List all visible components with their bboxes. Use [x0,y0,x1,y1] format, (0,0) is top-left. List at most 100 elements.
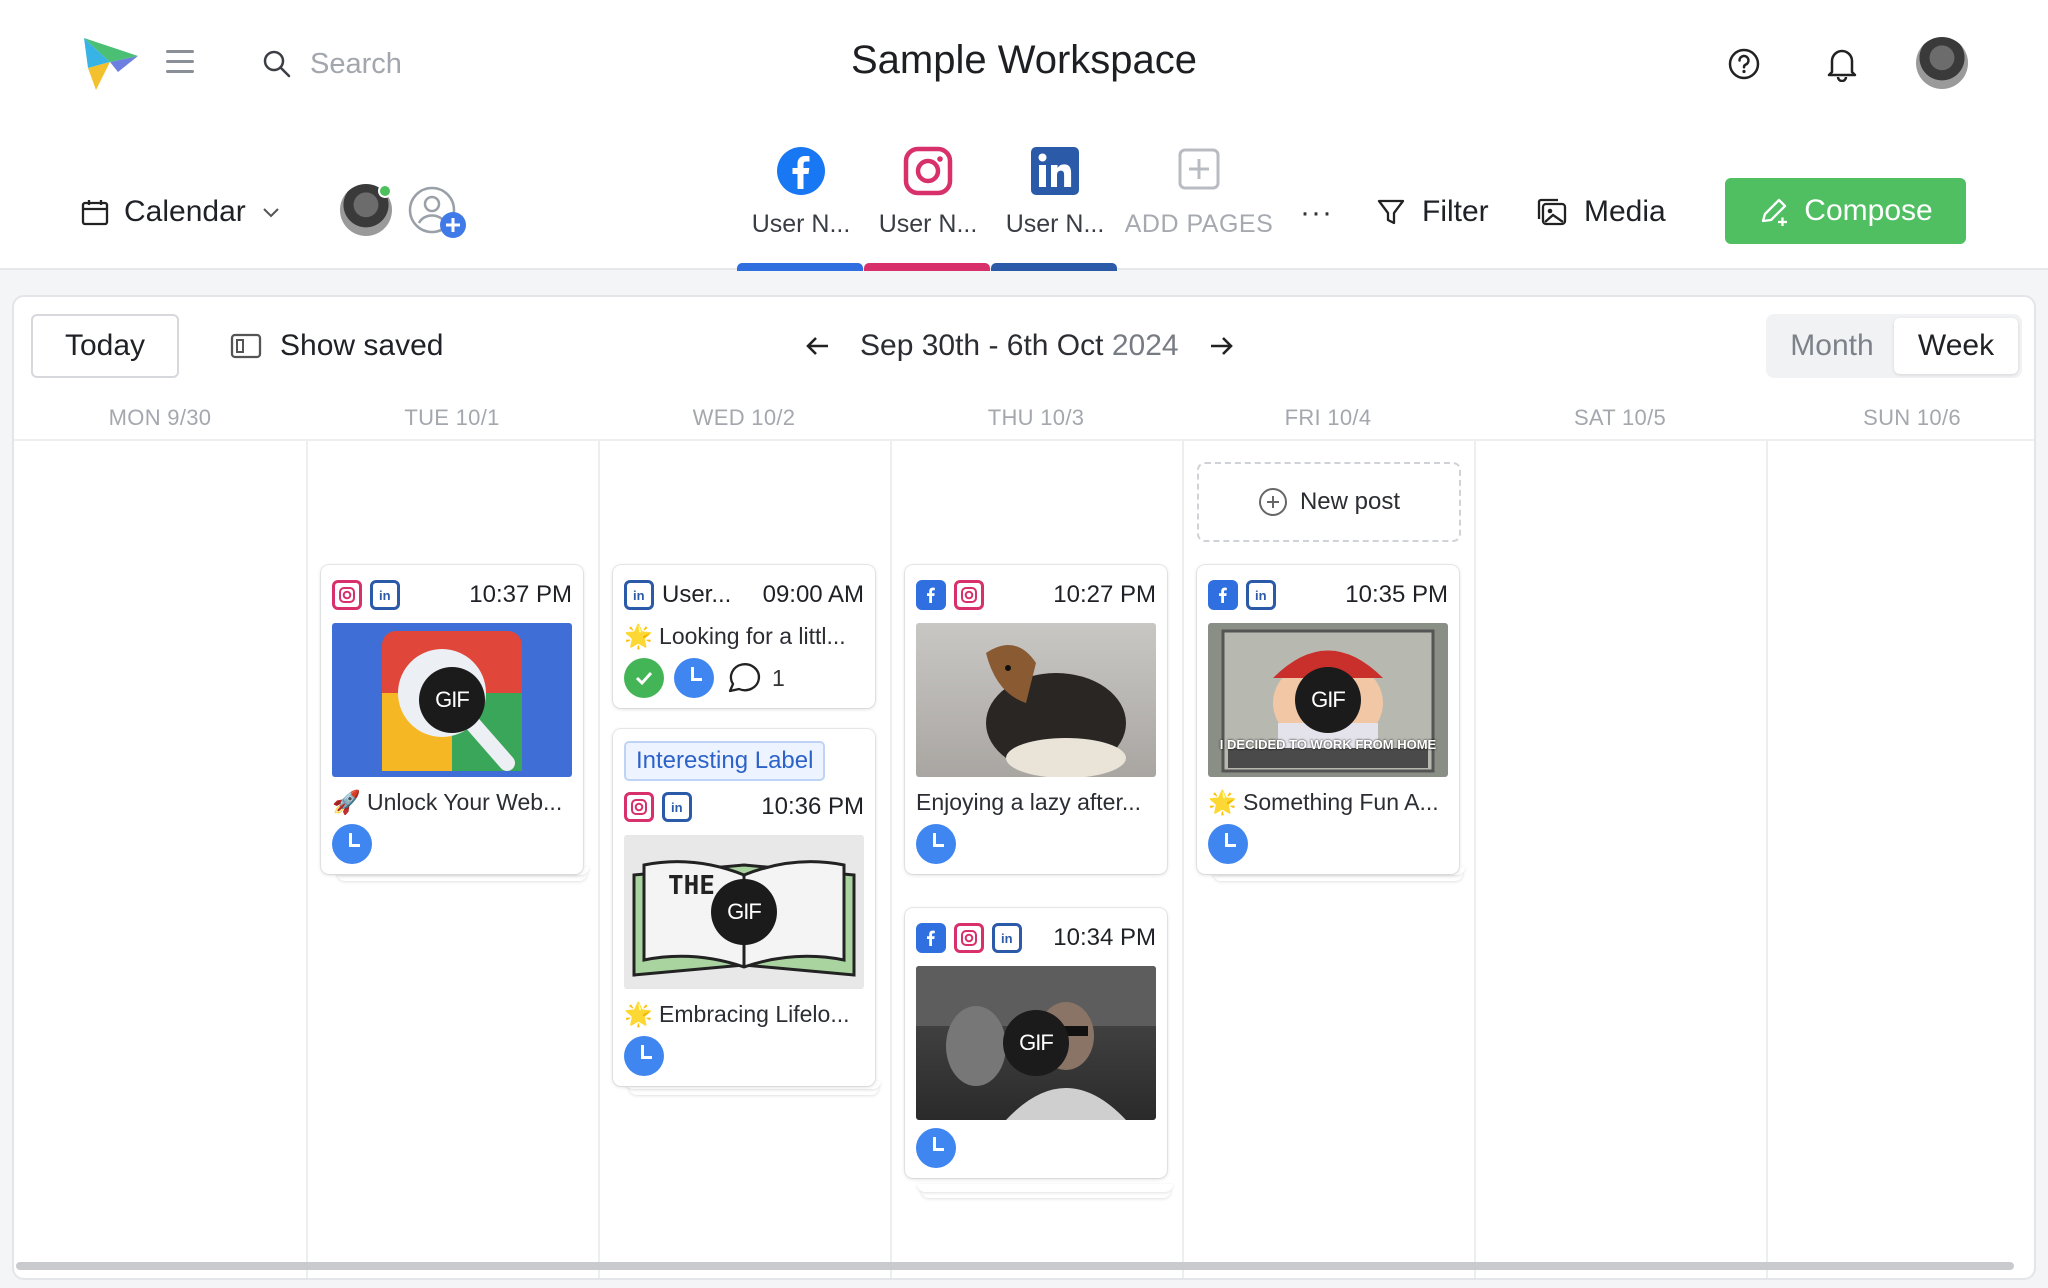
post-card-fri-1[interactable]: in 10:35 PM I DECIDED TO WORK FROM HOME … [1197,565,1459,874]
new-post-button[interactable]: New post [1197,462,1461,542]
add-user-icon[interactable] [408,184,470,240]
search-bar[interactable]: Search [262,40,402,88]
page-tab-linkedin[interactable]: User N... [991,146,1119,271]
day-header-thu: THU 10/3 [987,405,1085,430]
calendar-select-label: Calendar [124,195,246,228]
post-card-tue-1[interactable]: in 10:37 PM GIF 🚀 Unlock Your Web... [321,565,583,874]
post-card-wed-2[interactable]: Interesting Label in 10:36 PM THE GIF 🌟 … [613,729,875,1086]
page-tab-facebook[interactable]: User N... [737,146,865,271]
date-year-text: 2024 [1111,329,1179,362]
day-header-sat: SAT 10/5 [1573,405,1667,430]
post-thumbnail: I DECIDED TO WORK FROM HOME GIF [1208,623,1448,777]
page-tab-instagram[interactable]: User N... [864,146,992,271]
page-tab-label: User N... [878,210,978,238]
horizontal-scrollbar[interactable] [16,1262,2014,1270]
post-caption: 🌟 Embracing Lifelo... [624,1001,850,1027]
facebook-icon [1208,580,1238,610]
post-time: 10:27 PM [1053,581,1156,608]
filter-button[interactable]: Filter [1376,190,1489,234]
sidebar-panel-icon [230,333,262,359]
scheduled-clock-icon [674,658,714,698]
search-input[interactable]: Search [310,48,402,81]
linkedin-icon: in [370,580,400,610]
linkedin-icon: in [1246,580,1276,610]
post-time: 10:37 PM [469,581,572,608]
online-status-dot [378,184,392,198]
calendar-icon [81,200,109,226]
add-pages-label: ADD PAGES [1124,210,1274,238]
week-view-button[interactable]: Week [1894,318,2018,374]
post-thumbnail [916,623,1156,777]
day-header-tue: TUE 10/1 [404,405,500,430]
post-caption: Enjoying a lazy after... [916,789,1142,815]
linkedin-icon: in [624,580,654,610]
more-options-button[interactable]: ··· [1300,196,1333,230]
plus-circle-icon [1258,488,1287,516]
linkedin-icon [1030,146,1080,196]
compose-button[interactable]: Compose [1725,178,1966,244]
post-caption: 🌟 Something Fun A... [1208,789,1439,815]
scheduled-clock-icon [916,824,956,864]
svg-text:in: in [1001,931,1013,946]
scheduled-clock-icon [332,824,372,864]
card-stack-shadow [917,1184,1173,1192]
calendar-view-select[interactable]: Calendar [80,190,282,234]
post-thumbnail: GIF [916,966,1156,1120]
menu-icon[interactable] [166,50,194,76]
page-tab-indicator [991,263,1117,271]
add-pages-button[interactable]: ADD PAGES [1124,146,1274,271]
page-tab-indicator [864,263,990,271]
instagram-icon [332,580,362,610]
post-time: 10:35 PM [1345,581,1448,608]
svg-text:in: in [671,800,683,815]
user-avatar[interactable] [1916,37,1968,89]
comment-count: 1 [772,664,785,691]
pencil-icon [1762,198,1788,226]
arrow-left-icon[interactable] [804,334,832,358]
plus-square-icon [1174,146,1224,196]
column-divider [1474,439,1476,1278]
thumbnail-caption-text: I DECIDED TO WORK FROM HOME [1219,737,1437,752]
column-divider [1766,439,1768,1278]
svg-text:in: in [633,588,645,603]
post-time: 10:34 PM [1053,924,1156,951]
column-divider [598,439,600,1278]
scheduled-clock-icon [916,1128,956,1168]
post-label-chip[interactable]: Interesting Label [624,741,826,781]
show-saved-toggle[interactable]: Show saved [230,321,443,371]
post-card-thu-2[interactable]: in 10:34 PM GIF [905,908,1167,1178]
media-button[interactable]: Media [1536,190,1666,234]
today-button[interactable]: Today [31,314,179,378]
new-post-label: New post [1299,488,1401,515]
page-tab-label: User N... [751,210,851,238]
arrow-right-icon[interactable] [1207,334,1235,358]
app-logo[interactable] [80,32,142,94]
gif-badge: GIF [711,879,777,945]
show-saved-label: Show saved [280,329,444,362]
approved-check-icon [624,658,664,698]
month-view-button[interactable]: Month [1770,318,1894,374]
post-card-wed-1[interactable]: in User... 09:00 AM 🌟 Looking for a litt… [613,565,875,708]
help-icon[interactable] [1720,40,1768,88]
post-thumbnail: THE GIF [624,835,864,989]
calendar-panel: Today Show saved Sep 30th - 6th Oct 2024… [12,295,2036,1280]
scheduled-clock-icon [1208,824,1248,864]
svg-text:in: in [1255,588,1267,603]
instagram-icon [954,580,984,610]
instagram-icon [624,792,654,822]
notifications-bell-icon[interactable] [1818,40,1866,88]
day-header-mon: MON 9/30 [108,405,212,430]
post-thumbnail: GIF [332,623,572,777]
column-divider [890,439,892,1278]
view-toggle: Month Week [1766,314,2022,378]
page-tab-label: User N... [1005,210,1105,238]
comment-icon[interactable] [724,659,762,697]
day-header-fri: FRI 10/4 [1284,405,1372,430]
gif-badge: GIF [1003,1010,1069,1076]
scheduled-clock-icon [624,1036,664,1076]
post-time: 10:36 PM [761,793,864,820]
team-member-avatar[interactable] [340,184,392,236]
top-bar: Search Sample Workspace Calendar User N.… [0,0,2048,271]
workspace-title: Sample Workspace [850,38,1198,82]
post-card-thu-1[interactable]: 10:27 PM Enjoying a lazy after... [905,565,1167,874]
